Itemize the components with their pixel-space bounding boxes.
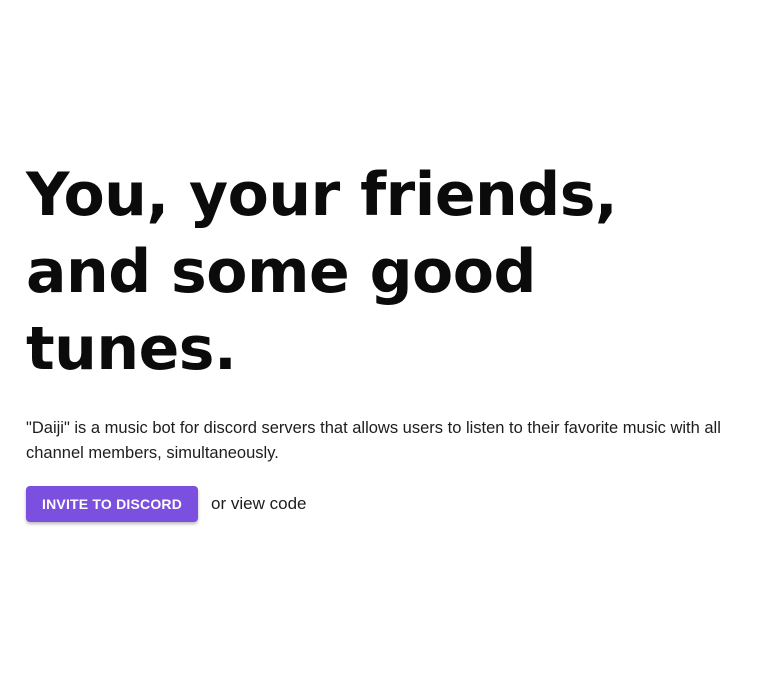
hero-section: You, your friends, and some good tunes. … [26,157,746,522]
hero-actions: INVITE TO DISCORD or view code [26,486,746,522]
hero-headline: You, your friends, and some good tunes. [26,160,618,384]
hero-description: "Daiji" is a music bot for discord serve… [26,419,721,462]
view-code-link[interactable]: or view code [211,494,306,514]
invite-to-discord-button[interactable]: INVITE TO DISCORD [26,486,199,522]
